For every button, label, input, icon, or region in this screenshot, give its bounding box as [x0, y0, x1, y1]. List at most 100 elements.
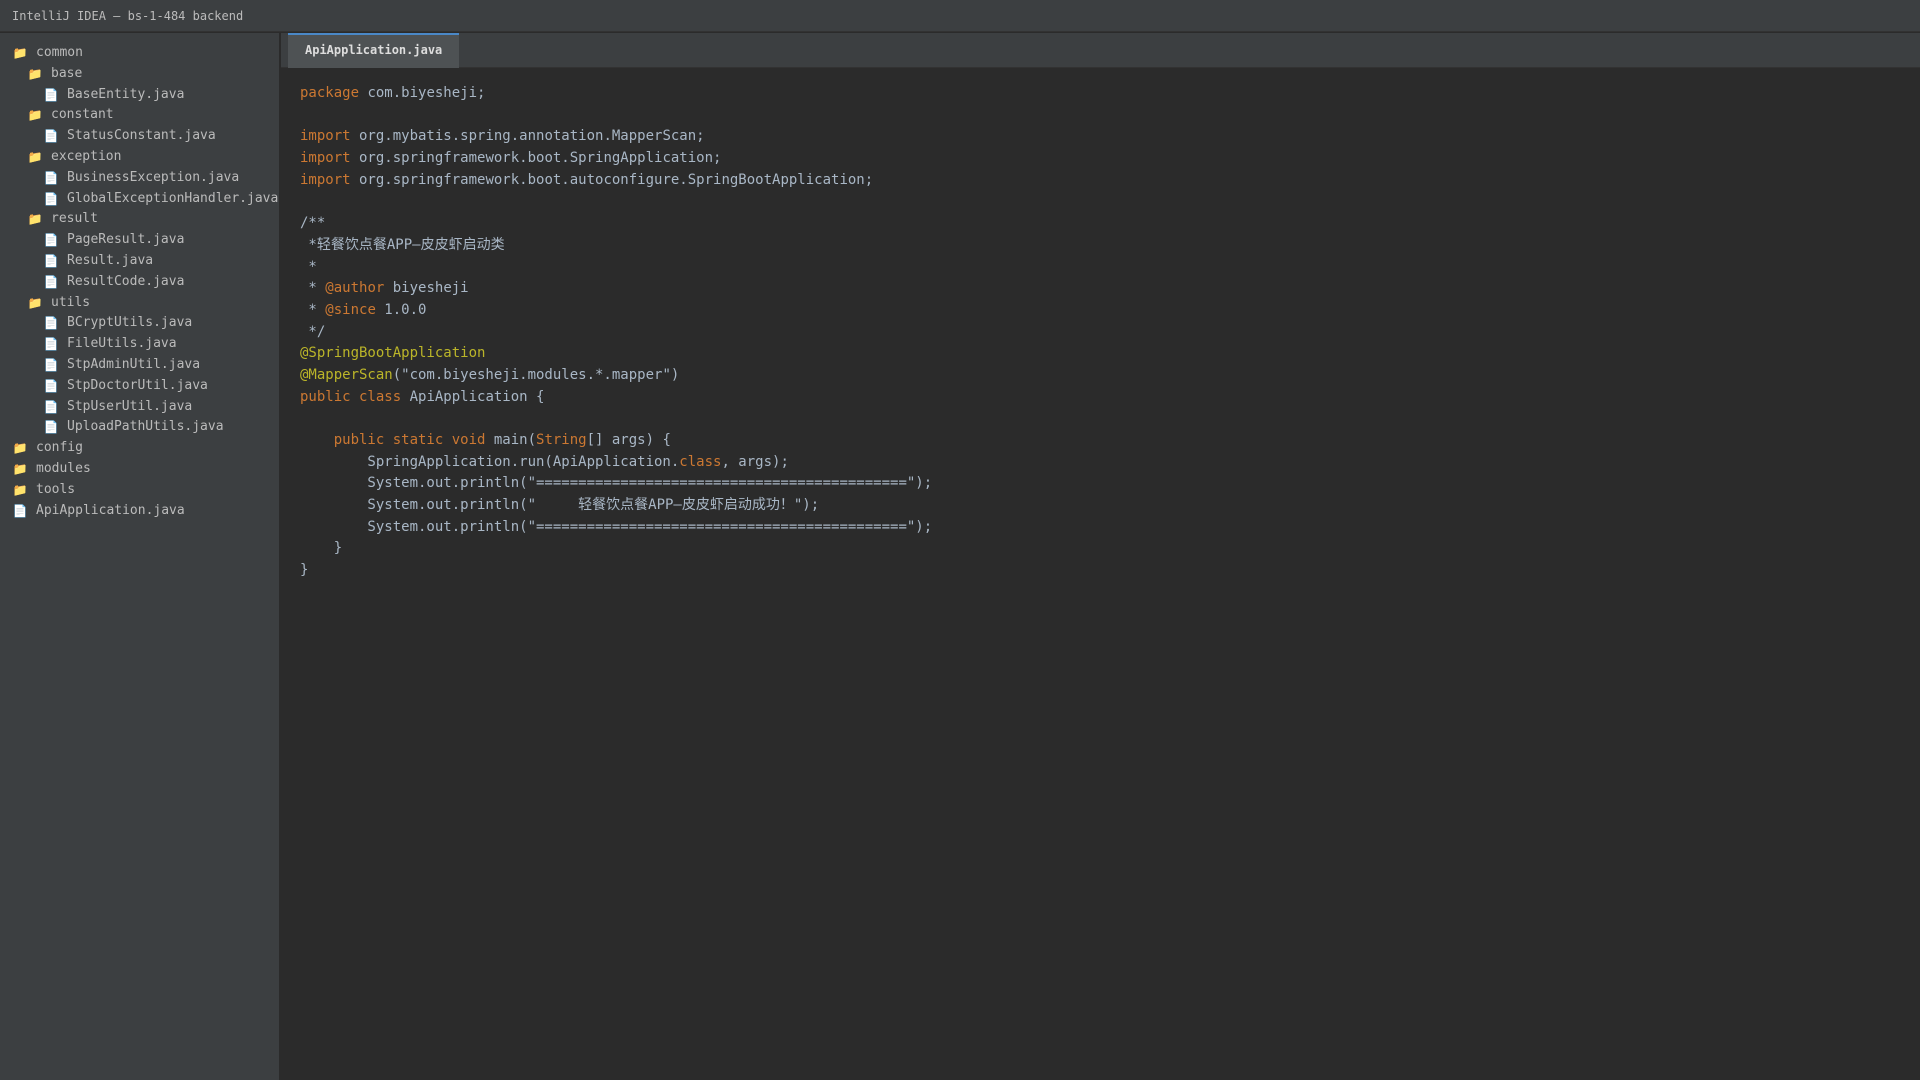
tree-item-label: BusinessException.java: [67, 169, 240, 185]
tree-item-label: exception: [51, 148, 122, 164]
code-token: ApiApplication {: [401, 388, 545, 405]
code-token: *: [300, 280, 326, 297]
code-token: package: [300, 85, 360, 101]
tree-folder[interactable]: 📁 tools: [0, 480, 279, 501]
code-line: import org.mybatis.spring.annotation.Map…: [300, 126, 932, 148]
tree-item-label: config: [36, 440, 83, 456]
folder-icon: 📁: [12, 482, 28, 497]
tree-folder[interactable]: 📁 config: [0, 438, 279, 459]
tab-api-application[interactable]: ApiApplication.java: [288, 33, 460, 68]
tree-folder[interactable]: 📁 constant: [0, 105, 279, 126]
tree-item-label: Result.java: [67, 252, 154, 268]
tree-item-label: ApiApplication.java: [36, 502, 185, 518]
tree-item-label: StpUserUtil.java: [67, 398, 193, 414]
tree-item-label: GlobalExceptionHandler.java: [67, 190, 279, 206]
code-line: import org.springframework.boot.autoconf…: [300, 170, 932, 192]
tree-folder[interactable]: 📁 common: [0, 43, 279, 64]
tree-item-label: ResultCode.java: [67, 273, 185, 289]
code-token: public static void: [333, 432, 486, 448]
code-line: }: [300, 560, 932, 582]
tree-file[interactable]: 📄 FileUtils.java: [0, 334, 279, 355]
file-icon: 📄: [43, 357, 59, 372]
tree-folder[interactable]: 📁 result: [0, 209, 279, 230]
code-token: @MapperScan: [300, 366, 393, 383]
tree-file[interactable]: 📄 ApiApplication.java: [0, 501, 279, 522]
tree-file[interactable]: 📄 Result.java: [0, 251, 279, 272]
code-line: SpringApplication.run(ApiApplication.cla…: [300, 452, 932, 474]
tab-label: ApiApplication.java: [305, 43, 443, 57]
folder-icon: 📁: [27, 108, 43, 123]
file-icon: 📄: [43, 129, 59, 144]
file-icon: 📄: [43, 233, 59, 248]
folder-icon: 📁: [27, 149, 43, 164]
code-token: main(: [485, 432, 537, 448]
code-token: */: [300, 323, 326, 340]
tree-file[interactable]: 📄 BaseEntity.java: [0, 85, 279, 106]
editor-area[interactable]: ApiApplication.java package com.biyeshej…: [281, 33, 1920, 1080]
code-token: String: [536, 432, 587, 448]
code-content[interactable]: package com.biyesheji; import org.mybati…: [300, 83, 932, 582]
tree-item-label: constant: [51, 107, 114, 123]
code-token: 1.0.0: [375, 301, 427, 318]
file-icon: 📄: [12, 503, 28, 518]
code-token: }: [300, 540, 343, 557]
folder-icon: 📁: [12, 46, 28, 60]
code-token: @SpringBootApplication: [300, 345, 486, 362]
code-token: }: [300, 562, 309, 579]
code-token: @since: [325, 301, 376, 318]
code-line: @MapperScan("com.biyesheji.modules.*.map…: [300, 365, 932, 387]
code-token: System.out.println(" 轻餐饮点餐APP—皮皮虾启动成功！")…: [300, 497, 820, 514]
tree-file[interactable]: 📄 UploadPathUtils.java: [0, 417, 279, 438]
tree-folder[interactable]: 📁 exception: [0, 147, 279, 168]
code-token: @author: [325, 280, 385, 297]
tree-item-label: modules: [36, 460, 91, 476]
file-icon: 📄: [43, 87, 59, 102]
code-line: System.out.println(" 轻餐饮点餐APP—皮皮虾启动成功！")…: [300, 495, 932, 517]
tree-item-label: BCryptUtils.java: [67, 315, 193, 331]
file-icon: 📄: [43, 337, 59, 352]
tree-item-label: BaseEntity.java: [67, 86, 185, 102]
tree-item-label: utils: [51, 294, 91, 310]
tree-file[interactable]: 📄 PageResult.java: [0, 230, 279, 251]
file-icon: 📄: [43, 253, 59, 268]
file-icon: 📄: [43, 274, 59, 289]
tree-folder[interactable]: 📁 utils: [0, 293, 279, 314]
folder-icon: 📁: [27, 295, 43, 310]
folder-icon: 📁: [27, 212, 43, 227]
tree-folder[interactable]: 📁 base: [0, 64, 279, 85]
tree-file[interactable]: 📄 BusinessException.java: [0, 168, 279, 189]
code-token: com.biyesheji;: [359, 85, 486, 101]
file-icon: 📄: [43, 316, 59, 331]
code-line: package com.biyesheji;: [300, 83, 932, 105]
code-line: System.out.println("====================…: [300, 473, 932, 495]
tree-file[interactable]: 📄 StpDoctorUtil.java: [0, 376, 279, 397]
tree-file[interactable]: 📄 StpUserUtil.java: [0, 397, 279, 418]
code-token: System.out.println("====================…: [300, 518, 933, 535]
folder-icon: 📁: [27, 66, 43, 81]
file-icon: 📄: [43, 399, 59, 414]
code-token: public class: [300, 388, 402, 405]
tree-item-label: base: [51, 65, 83, 81]
tree-file[interactable]: 📄 BCryptUtils.java: [0, 313, 279, 334]
code-token: org.springframework.boot.autoconfigure.S…: [350, 171, 874, 188]
tree-file[interactable]: 📄 StatusConstant.java: [0, 126, 279, 147]
tree-folder[interactable]: 📁 modules: [0, 459, 279, 480]
tree-item-label: StatusConstant.java: [67, 128, 216, 144]
tree-item-label: StpDoctorUtil.java: [67, 377, 208, 393]
project-tree-panel: 📁 common 📁 base 📄 BaseEntity.java 📁 constant 📄 St…: [0, 33, 280, 1080]
code-line: *: [300, 257, 932, 279]
tree-file[interactable]: 📄 ResultCode.java: [0, 272, 279, 293]
file-icon: 📄: [43, 191, 59, 206]
code-token: , args);: [721, 453, 789, 470]
tree-file[interactable]: 📄 StpAdminUtil.java: [0, 355, 279, 376]
tree-item-label: tools: [36, 481, 76, 497]
code-line: * @author biyesheji: [300, 278, 932, 300]
code-token: /**: [300, 215, 326, 232]
code-token: import: [300, 128, 351, 145]
code-token: import: [300, 150, 351, 167]
tree-file[interactable]: 📄 GlobalExceptionHandler.java: [0, 189, 279, 210]
code-line: /**: [300, 213, 932, 235]
